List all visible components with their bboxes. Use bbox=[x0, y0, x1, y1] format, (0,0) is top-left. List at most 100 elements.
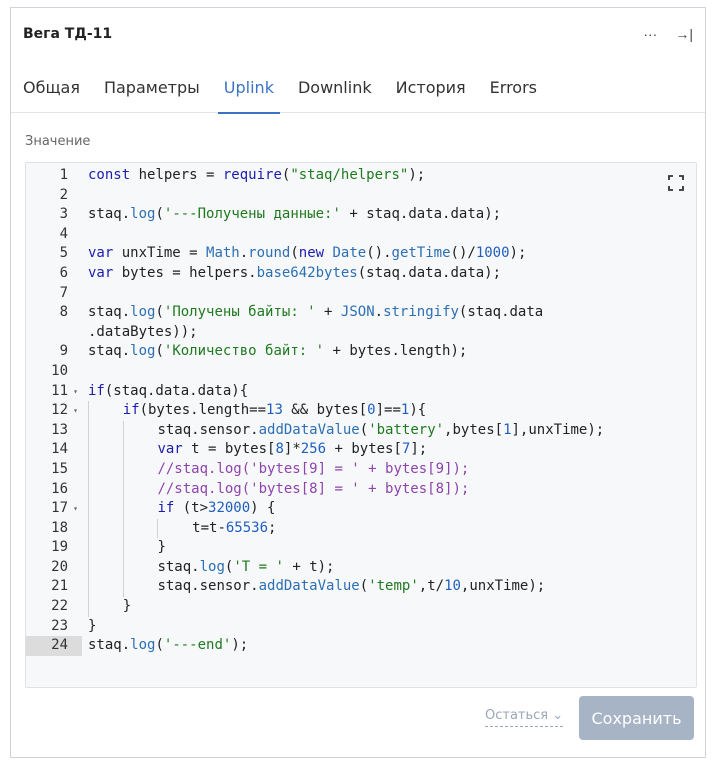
code-text[interactable]: } bbox=[82, 597, 131, 617]
tab-bar: Общая Параметры Uplink Downlink История … bbox=[11, 68, 705, 114]
code-text[interactable]: staq.log('---Получены данные:' + staq.da… bbox=[82, 205, 501, 225]
code-line[interactable]: 18 t=t-65536; bbox=[26, 518, 696, 539]
code-text[interactable] bbox=[82, 186, 88, 206]
code-line[interactable]: 19 } bbox=[26, 538, 696, 558]
line-number bbox=[26, 323, 82, 343]
line-number: 18 bbox=[51, 519, 68, 536]
code-text[interactable]: staq.sensor.addDataValue('temp',t/10,unx… bbox=[82, 577, 545, 598]
code-line[interactable]: 8 staq.log('Получены байты: ' + JSON.stri… bbox=[26, 303, 696, 323]
code-text[interactable]: .dataBytes)); bbox=[82, 323, 198, 343]
code-text[interactable] bbox=[82, 225, 88, 245]
line-number: 19 bbox=[51, 539, 68, 556]
tab-errors[interactable]: Errors bbox=[490, 68, 537, 113]
line-number: 1 bbox=[59, 167, 68, 183]
code-line[interactable]: 12 ▾ if(bytes.length==13 && bytes[0]==1){ bbox=[26, 401, 696, 421]
code-line[interactable]: 22 } bbox=[26, 597, 696, 617]
code-line[interactable]: 1 const helpers = require("staq/helpers")… bbox=[26, 166, 696, 186]
line-number: 13 bbox=[51, 421, 68, 438]
code-line[interactable]: 15 //staq.log('bytes[9] = ' + bytes[9]); bbox=[26, 459, 696, 480]
collapse-panel-icon[interactable]: →| bbox=[675, 26, 693, 42]
tab-uplink[interactable]: Uplink bbox=[217, 68, 281, 114]
code-line[interactable]: 14 var t = bytes[8]*256 + bytes[7]; bbox=[26, 440, 696, 460]
line-number: 10 bbox=[51, 362, 68, 379]
line-number: 8 bbox=[59, 304, 68, 321]
line-number: 16 bbox=[51, 480, 68, 497]
code-text[interactable]: staq.log('Получены байты: ' + JSON.strin… bbox=[82, 303, 543, 323]
line-number: 5 bbox=[59, 245, 68, 262]
code-text[interactable]: if(bytes.length==13 && bytes[0]==1){ bbox=[82, 401, 426, 421]
code-text[interactable]: //staq.log('bytes[9] = ' + bytes[9]); bbox=[82, 459, 469, 480]
code-text[interactable]: var unxTime = Math.round(new Date().getT… bbox=[82, 244, 526, 264]
code-line[interactable]: 20 staq.log('T = ' + t); bbox=[26, 557, 696, 578]
fullscreen-icon[interactable] bbox=[668, 175, 684, 191]
code-line[interactable]: 4 bbox=[26, 225, 696, 245]
code-line[interactable]: .dataBytes)); bbox=[26, 323, 696, 343]
panel-title: Вега ТД-11 bbox=[23, 26, 113, 42]
code-line[interactable]: 17 ▾ if (t>32000) { bbox=[26, 499, 696, 519]
line-number: 23 bbox=[51, 617, 68, 634]
form-footer: Остаться ⌄ Сохранить bbox=[11, 696, 705, 744]
code-text[interactable] bbox=[82, 362, 88, 382]
more-icon[interactable]: ··· bbox=[643, 26, 657, 42]
line-number: 4 bbox=[59, 225, 68, 242]
code-text[interactable] bbox=[82, 284, 88, 304]
tab-general[interactable]: Общая bbox=[23, 68, 80, 113]
code-line[interactable]: 11 ▾ if(staq.data.data){ bbox=[26, 382, 696, 402]
code-text[interactable]: if (t>32000) { bbox=[82, 499, 275, 519]
code-text[interactable]: t=t-65536; bbox=[82, 518, 276, 539]
code-text[interactable]: staq.log('---end'); bbox=[82, 636, 248, 656]
code-line[interactable]: 7 bbox=[26, 284, 696, 304]
line-number: 22 bbox=[51, 598, 68, 615]
device-panel: Вега ТД-11 ··· →| Общая Параметры Uplink… bbox=[10, 7, 706, 758]
code-line[interactable]: 13 staq.sensor.addDataValue('battery',by… bbox=[26, 420, 696, 441]
line-number: 21 bbox=[51, 578, 68, 595]
line-number: 20 bbox=[51, 558, 68, 575]
code-text[interactable]: if(staq.data.data){ bbox=[82, 382, 248, 402]
code-line[interactable]: 6 var bytes = helpers.base642bytes(staq.d… bbox=[26, 264, 696, 284]
line-number: 15 bbox=[51, 460, 68, 477]
fold-toggle-icon[interactable]: ▾ bbox=[73, 401, 78, 421]
code-text[interactable]: //staq.log('bytes[8] = ' + bytes[8]); bbox=[82, 479, 469, 500]
code-lines[interactable]: 1 const helpers = require("staq/helpers")… bbox=[26, 166, 696, 656]
code-line[interactable]: 10 bbox=[26, 362, 696, 382]
code-line[interactable]: 9 staq.log('Количество байт: ' + bytes.le… bbox=[26, 342, 696, 362]
code-text[interactable]: staq.log('Количество байт: ' + bytes.len… bbox=[82, 342, 467, 362]
code-editor[interactable]: 1 const helpers = require("staq/helpers")… bbox=[25, 162, 697, 688]
code-line[interactable]: 21 staq.sensor.addDataValue('temp',t/10,… bbox=[26, 577, 696, 598]
code-line[interactable]: 16 //staq.log('bytes[8] = ' + bytes[8]); bbox=[26, 479, 696, 500]
line-number: 9 bbox=[59, 343, 68, 360]
line-number: 12 ▾ bbox=[26, 401, 82, 421]
code-text[interactable]: staq.log('T = ' + t); bbox=[82, 557, 334, 578]
chevron-down-icon: ⌄ bbox=[552, 708, 564, 723]
tab-downlink[interactable]: Downlink bbox=[298, 68, 372, 113]
stay-label: Остаться bbox=[485, 708, 549, 723]
line-number: 17 ▾ bbox=[26, 499, 82, 519]
fold-toggle-icon[interactable]: ▾ bbox=[73, 499, 78, 519]
stay-dropdown[interactable]: Остаться ⌄ bbox=[485, 708, 564, 727]
line-number: 7 bbox=[59, 284, 68, 301]
code-text[interactable]: var bytes = helpers.base642bytes(staq.da… bbox=[82, 264, 501, 284]
line-number: 11 ▾ bbox=[26, 382, 82, 402]
code-text[interactable]: var t = bytes[8]*256 + bytes[7]; bbox=[82, 440, 427, 460]
line-number: 6 bbox=[59, 264, 68, 281]
code-line[interactable]: 23} bbox=[26, 617, 696, 637]
fold-toggle-icon[interactable]: ▾ bbox=[73, 382, 78, 402]
panel-header: Вега ТД-11 ··· →| bbox=[11, 8, 705, 60]
header-actions: ··· →| bbox=[643, 26, 693, 42]
tab-history[interactable]: История bbox=[396, 68, 466, 113]
code-text[interactable]: } bbox=[82, 617, 96, 637]
code-text[interactable]: const helpers = require("staq/helpers"); bbox=[82, 166, 425, 186]
code-line[interactable]: 24 staq.log('---end'); bbox=[26, 636, 696, 656]
code-text[interactable]: } bbox=[82, 538, 166, 558]
line-number: 24 bbox=[26, 636, 82, 656]
code-line[interactable]: 5 var unxTime = Math.round(new Date().get… bbox=[26, 244, 696, 264]
line-number: 14 bbox=[51, 441, 68, 458]
save-button[interactable]: Сохранить bbox=[579, 696, 694, 740]
code-text[interactable]: staq.sensor.addDataValue('battery',bytes… bbox=[82, 420, 604, 441]
value-label: Значение bbox=[25, 134, 91, 149]
line-number: 3 bbox=[59, 206, 68, 223]
code-line[interactable]: 3 staq.log('---Получены данные:' + staq.d… bbox=[26, 205, 696, 225]
line-number: 2 bbox=[59, 186, 68, 203]
code-line[interactable]: 2 bbox=[26, 186, 696, 206]
tab-parameters[interactable]: Параметры bbox=[104, 68, 200, 113]
